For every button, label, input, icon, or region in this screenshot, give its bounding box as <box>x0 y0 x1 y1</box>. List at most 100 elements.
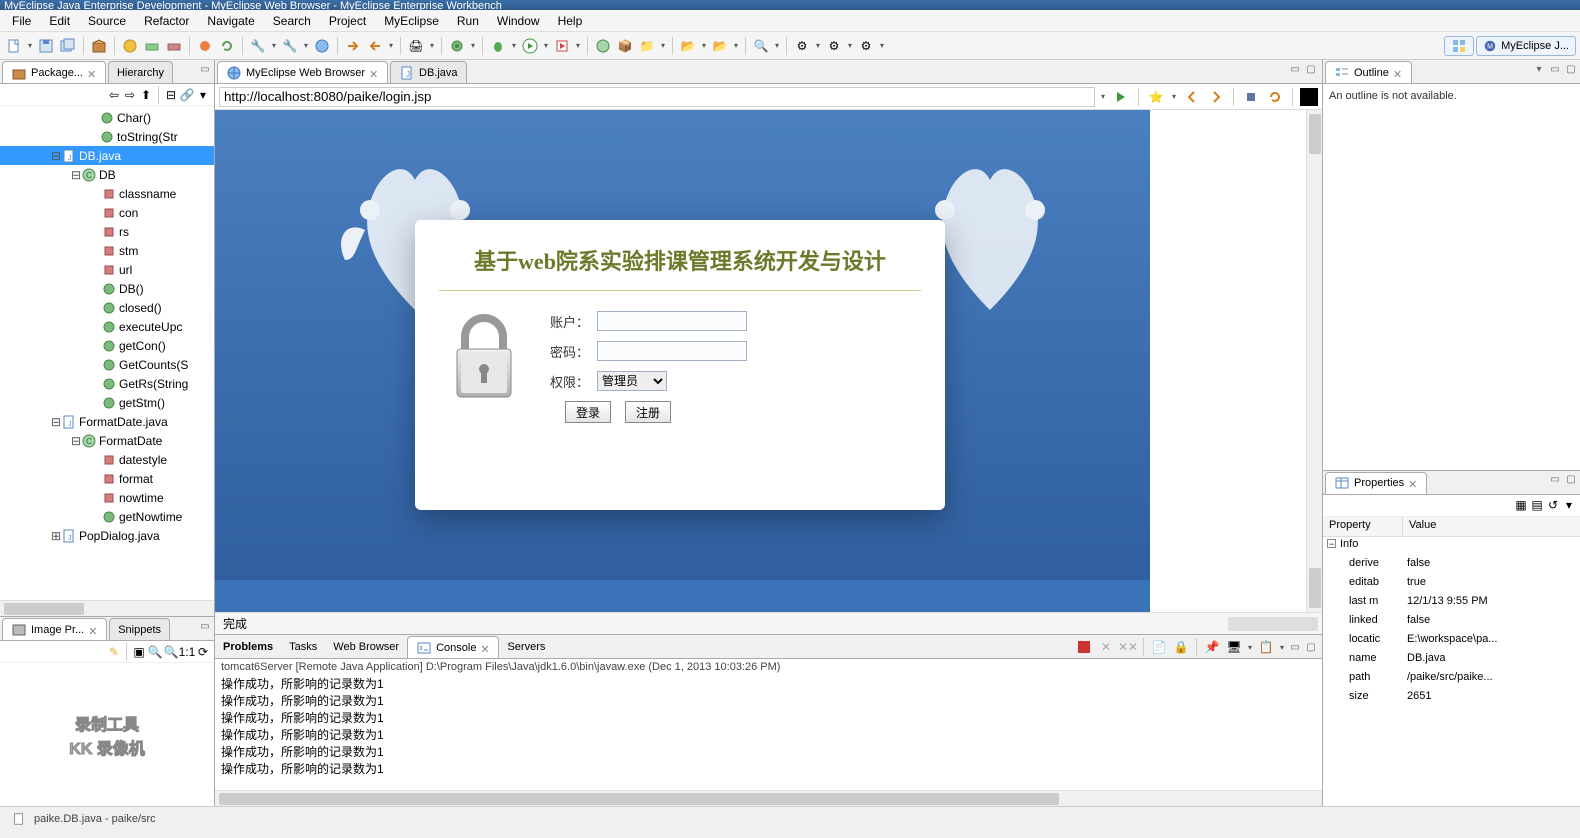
save-icon[interactable] <box>36 36 56 56</box>
collapse-all-icon[interactable]: ⊟ <box>164 88 178 102</box>
property-row[interactable]: nameDB.java <box>1323 651 1580 670</box>
tree-item[interactable]: stm <box>0 241 214 260</box>
favorites-icon[interactable]: ⭐ <box>1146 87 1166 107</box>
display-icon[interactable]: 🖥 <box>1224 637 1244 657</box>
tree-item[interactable]: datestyle <box>0 450 214 469</box>
refresh-icon[interactable] <box>1265 87 1285 107</box>
tree-item[interactable]: ⊟CFormatDate <box>0 431 214 450</box>
tree-item[interactable]: getCon() <box>0 336 214 355</box>
tab-db-java[interactable]: J DB.java <box>390 61 467 83</box>
filter-icon[interactable]: ▤ <box>1530 498 1544 512</box>
close-icon[interactable]: ✕ <box>88 625 98 635</box>
new-folder-icon[interactable]: 📁 <box>637 36 657 56</box>
maximize-icon[interactable]: ▢ <box>1304 640 1318 654</box>
tab-console[interactable]: Console ✕ <box>407 636 499 658</box>
vertical-scrollbar[interactable] <box>1306 110 1322 612</box>
minimize-icon[interactable]: ▭ <box>1548 62 1562 76</box>
tool-icon[interactable]: ✎ <box>107 645 121 659</box>
close-icon[interactable]: ✕ <box>480 643 490 653</box>
maximize-icon[interactable]: ▢ <box>1304 62 1318 76</box>
menu-project[interactable]: Project <box>321 12 374 30</box>
tree-item[interactable]: rs <box>0 222 214 241</box>
export-icon[interactable] <box>343 36 363 56</box>
server-stop-icon[interactable] <box>164 36 184 56</box>
terminate-icon[interactable] <box>1074 637 1094 657</box>
view-menu-icon[interactable]: ▾ <box>1532 62 1546 76</box>
minimize-icon[interactable]: ▭ <box>1288 62 1302 76</box>
tab-image-preview[interactable]: Image Pr... ✕ <box>2 618 107 640</box>
minimize-icon[interactable]: ▭ <box>1288 640 1302 654</box>
link-editor-icon[interactable]: 🔗 <box>180 88 194 102</box>
minimize-icon[interactable]: ▭ <box>198 619 212 633</box>
print-icon[interactable]: 🖨 <box>406 36 426 56</box>
menu-icon[interactable]: ▾ <box>196 88 210 102</box>
menu-navigate[interactable]: Navigate <box>199 12 262 30</box>
tool-icon[interactable]: ⚙ <box>824 36 844 56</box>
back-icon[interactable] <box>1182 87 1202 107</box>
debug-icon[interactable] <box>447 36 467 56</box>
tab-tasks[interactable]: Tasks <box>281 636 325 658</box>
zoom-fit-icon[interactable]: ▣ <box>132 645 146 659</box>
menu-run[interactable]: Run <box>449 12 487 30</box>
zoom-in-icon[interactable]: 🔍 <box>148 645 162 659</box>
tool-icon[interactable]: 🔧 <box>280 36 300 56</box>
open-type-icon[interactable]: 📂 <box>678 36 698 56</box>
run-icon[interactable] <box>520 36 540 56</box>
tab-servers[interactable]: Servers <box>499 636 553 658</box>
tab-outline[interactable]: Outline ✕ <box>1325 61 1412 83</box>
tab-problems[interactable]: Problems <box>215 636 281 658</box>
bug-icon[interactable] <box>488 36 508 56</box>
property-row[interactable]: locaticE:\workspace\pa... <box>1323 632 1580 651</box>
remove-launch-icon[interactable]: ✕ <box>1096 637 1116 657</box>
tree-item[interactable]: toString(Str <box>0 127 214 146</box>
property-row[interactable]: path/paike/src/paike... <box>1323 670 1580 689</box>
close-icon[interactable]: ✕ <box>1408 478 1418 488</box>
tool-icon[interactable]: ⚙ <box>792 36 812 56</box>
tree-item[interactable]: ⊟JDB.java <box>0 146 214 165</box>
property-row[interactable]: last m12/1/13 9:55 PM <box>1323 594 1580 613</box>
run-ext-icon[interactable] <box>552 36 572 56</box>
horizontal-scrollbar[interactable] <box>1228 617 1318 631</box>
actual-size-icon[interactable]: 1:1 <box>180 645 194 659</box>
property-row[interactable]: size2651 <box>1323 689 1580 708</box>
close-icon[interactable]: ✕ <box>87 68 97 78</box>
globe-icon[interactable] <box>312 36 332 56</box>
tree-item[interactable]: executeUpc <box>0 317 214 336</box>
tree-item[interactable]: DB() <box>0 279 214 298</box>
tab-web-browser[interactable]: MyEclipse Web Browser ✕ <box>217 61 388 83</box>
zoom-out-icon[interactable]: 🔍 <box>164 645 178 659</box>
menu-source[interactable]: Source <box>80 12 134 30</box>
forward-icon[interactable]: ⇨ <box>123 88 137 102</box>
property-row[interactable]: linkedfalse <box>1323 613 1580 632</box>
tree-item[interactable]: GetCounts(S <box>0 355 214 374</box>
tree-item[interactable]: ⊟CDB <box>0 165 214 184</box>
up-icon[interactable]: ⬆ <box>139 88 153 102</box>
tab-web-browser[interactable]: Web Browser <box>325 636 407 658</box>
new-icon[interactable] <box>4 36 24 56</box>
property-row[interactable]: derivefalse <box>1323 556 1580 575</box>
tree-item[interactable]: closed() <box>0 298 214 317</box>
package-tree[interactable]: Char()toString(Str⊟JDB.java⊟CDBclassname… <box>0 106 214 600</box>
minimize-icon[interactable]: ▭ <box>198 62 212 76</box>
stop-icon[interactable] <box>1241 87 1261 107</box>
restore-icon[interactable]: ↺ <box>1546 498 1560 512</box>
tree-item[interactable]: Char() <box>0 108 214 127</box>
properties-body[interactable]: −Info derivefalseeditabtruelast m12/1/13… <box>1323 537 1580 806</box>
tree-item[interactable]: ⊟JFormatDate.java <box>0 412 214 431</box>
menu-myeclipse[interactable]: MyEclipse <box>376 12 447 30</box>
tab-hierarchy[interactable]: Hierarchy <box>108 61 173 83</box>
open-type-icon[interactable]: 📂 <box>710 36 730 56</box>
horizontal-scrollbar[interactable] <box>0 600 214 616</box>
save-all-icon[interactable] <box>58 36 78 56</box>
clear-console-icon[interactable]: 📄 <box>1149 637 1169 657</box>
menu-edit[interactable]: Edit <box>41 12 78 30</box>
password-input[interactable] <box>597 341 747 361</box>
tree-item[interactable]: classname <box>0 184 214 203</box>
deploy-icon[interactable] <box>120 36 140 56</box>
tab-properties[interactable]: Properties ✕ <box>1325 472 1427 494</box>
forward-icon[interactable] <box>1206 87 1226 107</box>
remove-all-icon[interactable]: ✕✕ <box>1118 637 1138 657</box>
register-button[interactable]: 注册 <box>625 401 671 423</box>
login-button[interactable]: 登录 <box>565 401 611 423</box>
maximize-icon[interactable]: ▢ <box>1564 473 1578 487</box>
